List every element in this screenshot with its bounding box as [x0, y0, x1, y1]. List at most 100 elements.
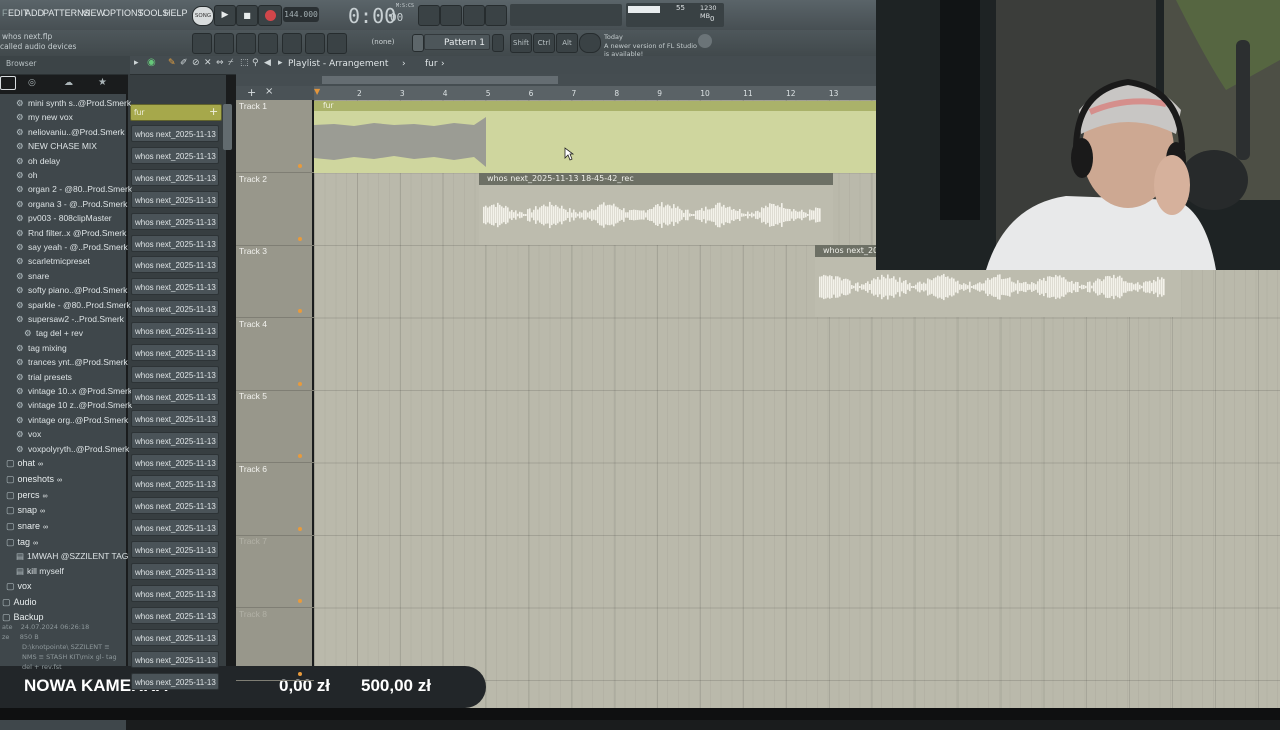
browser-item[interactable]: ⚙ supersaw2 -..Prod.Smerk	[16, 314, 124, 325]
picker-audio-clip[interactable]: whos next_2025-11-13 1...	[131, 278, 219, 296]
browser-folder[interactable]: ▢ snap ∞	[6, 505, 45, 516]
slip-icon[interactable]: ⇔	[216, 58, 224, 68]
browser-item[interactable]: ⚙ organ 2 - @80..Prod.Smerk	[16, 184, 132, 195]
browser-item[interactable]: ⚙ vox	[16, 429, 41, 440]
browser-item[interactable]: ⚙ trances ynt..@Prod.Smerk	[16, 357, 128, 368]
browser-item[interactable]: ⚙ say yeah - @..Prod.Smerk	[16, 242, 128, 253]
browser-folder[interactable]: ▢ vox	[6, 581, 32, 592]
browser-item[interactable]: ⚙ voxpolyryth..@Prod.Smerk	[16, 444, 129, 455]
browser-item[interactable]: ⚙ softy piano..@Prod.Smerk	[16, 285, 127, 296]
picker-audio-clip[interactable]: whos next_2025-11-13 1...	[131, 628, 219, 646]
picker-audio-clip[interactable]: whos next_2025-11-13 1...	[131, 168, 219, 186]
track-mute-indicator[interactable]	[298, 236, 302, 241]
browser-item[interactable]: ⚙ NEW CHASE MIX	[16, 141, 97, 152]
browser-audio-item[interactable]: ▤ 1MWAH @SZZILENT TAG	[16, 551, 128, 562]
track-label[interactable]: Track 4	[239, 319, 267, 329]
slice-icon[interactable]: ⌿	[228, 58, 233, 68]
browser-item[interactable]: ⚙ mini synth s..@Prod.Smerk	[16, 98, 131, 109]
clip-rec-track2[interactable]: whos next_2025-11-13 18-45-42_rec	[479, 173, 833, 245]
track-mute-indicator[interactable]	[298, 599, 302, 603]
track-mute-indicator[interactable]	[298, 381, 302, 386]
browser-audio-item[interactable]: ▤ kill myself	[16, 566, 64, 577]
picker-audio-clip[interactable]: whos next_2025-11-13 1...	[131, 431, 219, 449]
typing-keyboard-toggle[interactable]	[463, 5, 485, 26]
picker-audio-clip[interactable]: whos next_2025-11-13 1...	[131, 234, 219, 252]
stop-button[interactable]: ■	[236, 5, 258, 26]
picker-scrollbar[interactable]	[223, 104, 232, 150]
picker-audio-clip[interactable]: whos next_2025-11-13 1...	[131, 563, 219, 580]
browser-item[interactable]: ⚙ scarletmicpreset	[16, 256, 90, 267]
browser-item[interactable]: ⚙ oh	[16, 170, 37, 181]
speaker-icon[interactable]: ◀	[264, 58, 271, 68]
browser-item[interactable]: ⚙ organa 3 - @..Prod.Smerk	[16, 199, 127, 210]
browser-tab-current[interactable]: ◎	[28, 78, 36, 88]
browser-item[interactable]: ⚙ vintage 10 z..@Prod.Smerk	[16, 400, 132, 411]
close-icon[interactable]: ×	[265, 86, 273, 97]
picker-audio-clip[interactable]: whos next_2025-11-13 1...	[131, 475, 219, 493]
step-edit-toggle[interactable]	[440, 5, 462, 26]
news-button[interactable]	[579, 33, 601, 53]
record-button[interactable]	[258, 5, 282, 26]
browser-item[interactable]: ⚙ oh delay	[16, 156, 60, 167]
picker-audio-clip[interactable]: whos next_2025-11-13 1...	[131, 322, 219, 340]
picker-audio-clip[interactable]: whos next_2025-11-13 1...	[131, 519, 219, 537]
plus-icon[interactable]: +	[209, 105, 218, 118]
picker-audio-clip[interactable]: whos next_2025-11-13 1...	[131, 584, 219, 602]
zoom-icon[interactable]: ⚲	[252, 58, 259, 68]
track-label[interactable]: Track 6	[239, 464, 267, 474]
picker-pattern-fur[interactable]: fur +	[130, 104, 222, 121]
browser-folder[interactable]: ▢ ohat ∞	[6, 458, 43, 469]
pencil-icon[interactable]: ✎	[168, 58, 176, 68]
menu-file[interactable]: F	[2, 8, 8, 18]
cloud-icon[interactable]: ☁	[64, 78, 73, 88]
browser-item[interactable]: ⚙ my new vox	[16, 112, 73, 123]
picker-audio-clip[interactable]: whos next_2025-11-13 1...	[131, 650, 219, 668]
track-label[interactable]: Track 8	[239, 609, 267, 619]
track-mute-indicator[interactable]	[298, 526, 302, 531]
browser-folder[interactable]: ▢ percs ∞	[6, 490, 48, 501]
picker-audio-clip[interactable]: whos next_2025-11-13 1...	[131, 300, 219, 318]
pattern-add-button[interactable]	[492, 34, 504, 52]
star-icon[interactable]: ★	[98, 77, 107, 88]
picker-audio-clip[interactable]: whos next_2025-11-13 1...	[131, 190, 219, 208]
browser-item[interactable]: ⚙ pv003 - 808clipMaster	[16, 213, 112, 224]
channel-selector[interactable]: (none)	[360, 35, 406, 49]
overview-scroll-thumb[interactable]	[322, 76, 558, 84]
browser-item[interactable]: ⚙ tag mixing	[16, 343, 67, 354]
track-mute-indicator[interactable]	[298, 454, 302, 458]
browser-all-tab[interactable]	[0, 76, 16, 90]
playlist-menu-icon[interactable]: ▸	[278, 58, 283, 68]
playhead-marker[interactable]: ▼	[314, 87, 320, 96]
picker-audio-clip[interactable]: whos next_2025-11-13 1...	[131, 387, 219, 405]
browser-folder[interactable]: ▢ oneshots ∞	[6, 474, 62, 485]
picker-audio-clip[interactable]: whos next_2025-11-13 1...	[131, 497, 219, 515]
picker-audio-clip[interactable]: whos next_2025-11-13 1...	[131, 256, 219, 274]
delete-icon[interactable]: ⊘	[192, 58, 200, 68]
mute-icon[interactable]: ✕	[204, 58, 212, 68]
paint-icon[interactable]: ✐	[180, 58, 188, 68]
metronome-toggle[interactable]	[485, 5, 507, 26]
alt-button[interactable]: Alt	[556, 33, 578, 53]
mic-button[interactable]	[327, 33, 347, 54]
track-label[interactable]: Track 7	[239, 536, 267, 546]
channel-rack-button[interactable]	[214, 33, 234, 54]
picker-audio-clip[interactable]: whos next_2025-11-13 1...	[131, 541, 219, 559]
picker-audio-clip[interactable]: whos next_2025-11-13 1...	[131, 672, 219, 690]
browser-item[interactable]: ⚙ snare	[16, 271, 49, 282]
browser-item[interactable]: ⚙ tag del + rev	[24, 328, 83, 339]
tempo-display[interactable]: 144.000	[283, 7, 319, 22]
magnet-icon[interactable]: ◉	[147, 57, 156, 68]
picker-audio-clip[interactable]: whos next_2025-11-13 1...	[131, 606, 219, 624]
shift-button[interactable]: Shift	[510, 33, 532, 53]
playlist-button[interactable]	[192, 33, 212, 54]
browser-item[interactable]: ⚙ vintage org..@Prod.Smerk	[16, 415, 128, 426]
browser-item[interactable]: ⚙ trial presets	[16, 372, 72, 383]
track-label[interactable]: Track 1	[239, 101, 267, 111]
picker-audio-clip[interactable]: whos next_2025-11-13 1...	[131, 365, 219, 383]
browser-item[interactable]: ⚙ sparkle - @80..Prod.Smerk	[16, 300, 131, 311]
browser-item[interactable]: ⚙ vintage 10..x @Prod.Smerk	[16, 386, 132, 397]
picker-audio-clip[interactable]: whos next_2025-11-13 1...	[131, 212, 219, 230]
browser-folder[interactable]: ▢ snare ∞	[6, 521, 48, 532]
clip-fur[interactable]: fur	[314, 101, 876, 173]
news-icon[interactable]	[698, 34, 712, 48]
